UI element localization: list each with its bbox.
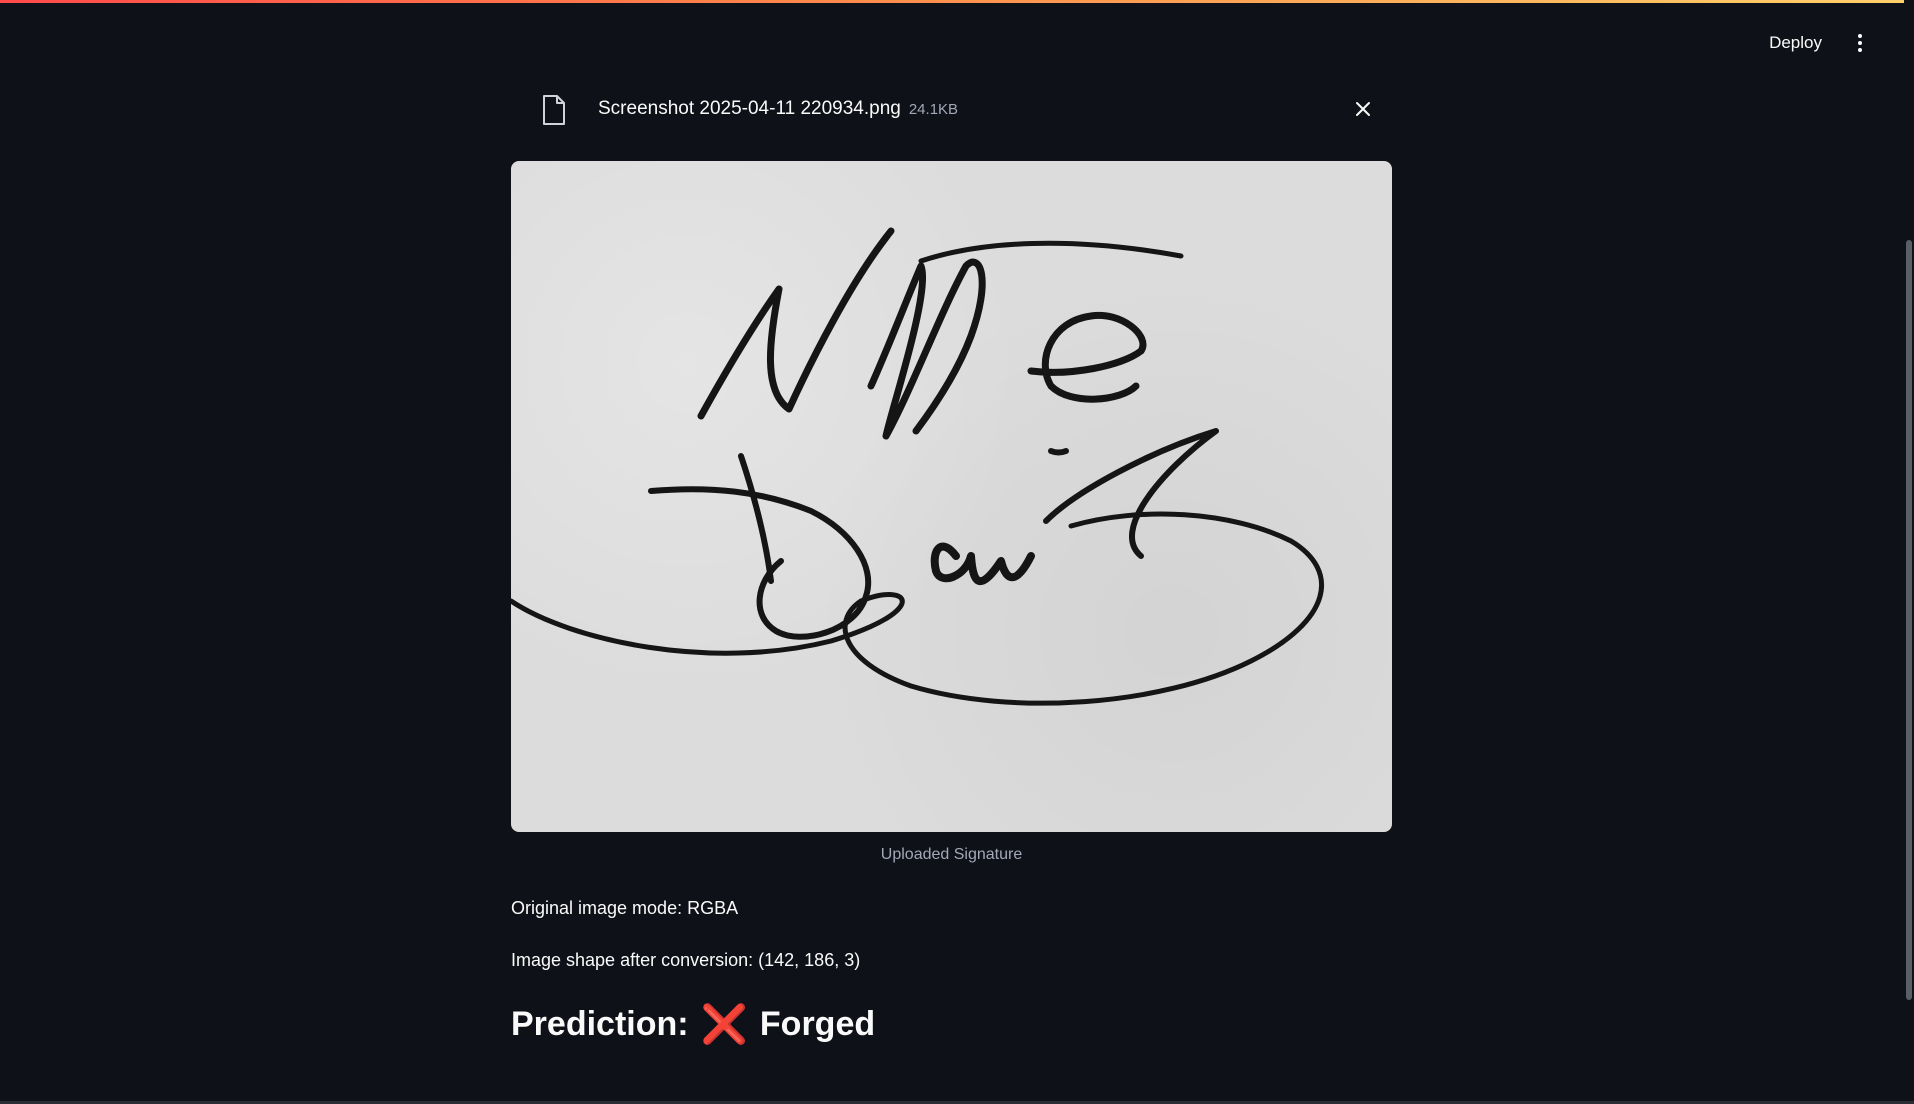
uploaded-signature-image — [511, 161, 1392, 832]
prediction-label: Prediction: — [511, 1005, 689, 1043]
prediction-result: Forged — [759, 1005, 876, 1043]
image-mode-text: Original image mode: RGBA — [511, 898, 739, 918]
image-caption: Uploaded Signature — [880, 846, 1023, 863]
file-icon — [541, 94, 567, 131]
prediction-heading: Prediction: ❌ Forged — [511, 1005, 875, 1044]
top-decoration-bar — [0, 0, 1914, 3]
close-icon[interactable] — [1354, 100, 1372, 123]
main-content: Screenshot 2025-04-11 220934.png 24.1KB — [511, 80, 1392, 1044]
file-size: 24.1KB — [908, 101, 959, 118]
scrollbar-track[interactable] — [1904, 0, 1914, 1104]
cross-mark-icon: ❌ — [700, 1003, 748, 1046]
deploy-button[interactable]: Deploy — [1769, 33, 1822, 53]
uploaded-file-row: Screenshot 2025-04-11 220934.png 24.1KB — [511, 80, 1392, 140]
file-name-text: Screenshot 2025-04-11 220934.png — [598, 98, 901, 119]
header-actions: Deploy — [1769, 30, 1868, 56]
file-name: Screenshot 2025-04-11 220934.png 24.1KB — [598, 98, 958, 120]
signature-drawing — [511, 227, 1325, 706]
scrollbar-thumb[interactable] — [1906, 240, 1912, 1000]
kebab-menu-icon[interactable] — [1852, 30, 1868, 56]
image-shape-text: Image shape after conversion: (142, 186,… — [511, 950, 861, 970]
